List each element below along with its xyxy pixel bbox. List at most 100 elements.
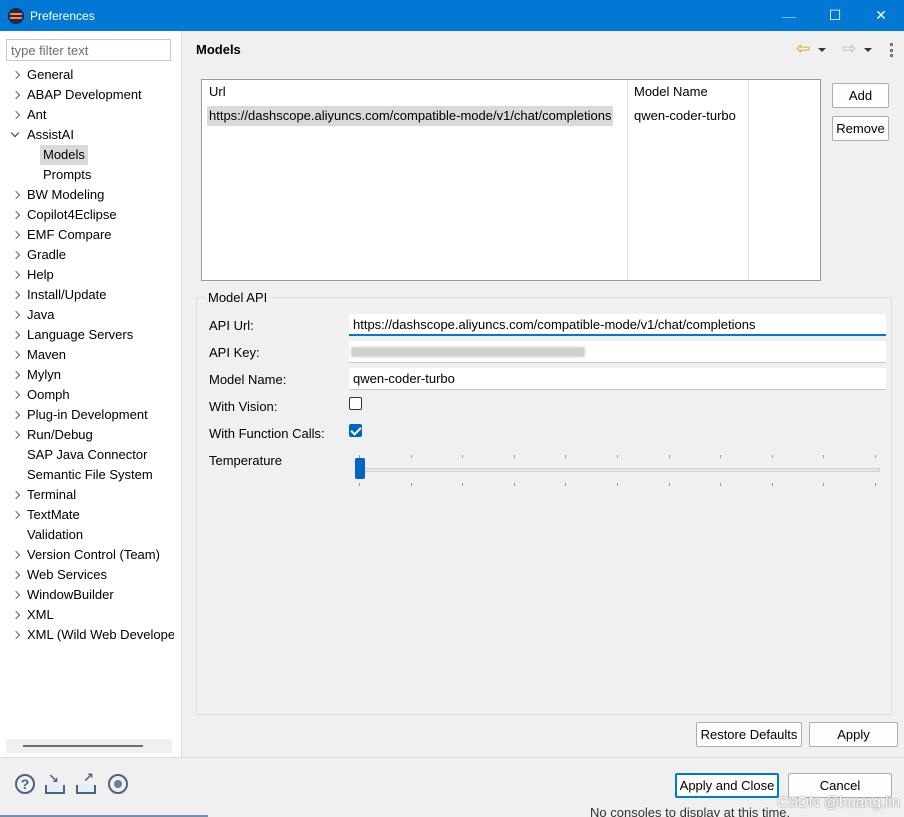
temperature-slider[interactable] bbox=[355, 455, 880, 489]
minimize-button[interactable]: — bbox=[766, 0, 812, 31]
filter-input[interactable] bbox=[6, 39, 171, 61]
with-vision-checkbox[interactable] bbox=[349, 397, 362, 410]
chevron-right-icon[interactable] bbox=[11, 85, 21, 105]
model-name-field[interactable] bbox=[349, 368, 886, 390]
horizontal-scrollbar[interactable] bbox=[6, 739, 172, 753]
tree-item[interactable]: BW Modeling bbox=[0, 185, 174, 205]
chevron-right-icon[interactable] bbox=[11, 225, 21, 245]
tree-item[interactable]: Oomph bbox=[0, 385, 174, 405]
chevron-right-icon[interactable] bbox=[11, 625, 21, 645]
tree-item[interactable]: Copilot4Eclipse bbox=[0, 205, 174, 225]
chevron-right-icon[interactable] bbox=[11, 425, 21, 445]
slider-tick bbox=[617, 483, 618, 486]
models-table[interactable]: Url Model Name https://dashscope.aliyunc… bbox=[201, 79, 821, 281]
tree-item[interactable]: Models bbox=[0, 145, 174, 165]
chevron-right-icon[interactable] bbox=[11, 605, 21, 625]
maximize-button[interactable]: ☐ bbox=[812, 0, 858, 31]
model-name-column-header[interactable]: Model Name bbox=[634, 80, 708, 104]
url-column-header[interactable]: Url bbox=[209, 80, 226, 104]
back-arrow-icon[interactable] bbox=[796, 39, 812, 59]
chevron-right-icon[interactable] bbox=[11, 285, 21, 305]
api-url-label: API Url: bbox=[209, 318, 254, 333]
tree-item[interactable]: Maven bbox=[0, 345, 174, 365]
chevron-right-icon[interactable] bbox=[11, 405, 21, 425]
page-navigation bbox=[796, 39, 894, 59]
apply-and-close-button[interactable]: Apply and Close bbox=[675, 773, 779, 798]
add-button[interactable]: Add bbox=[832, 83, 889, 108]
chevron-right-icon[interactable] bbox=[11, 305, 21, 325]
tree-item[interactable]: Ant bbox=[0, 105, 174, 125]
chevron-right-icon[interactable] bbox=[11, 185, 21, 205]
tree-item-label: Validation bbox=[27, 527, 84, 542]
chevron-down-icon[interactable] bbox=[11, 125, 21, 145]
chevron-right-icon[interactable] bbox=[11, 205, 21, 225]
tree-item[interactable]: ABAP Development bbox=[0, 85, 174, 105]
chevron-right-icon[interactable] bbox=[11, 385, 21, 405]
tree-item[interactable]: Prompts bbox=[0, 165, 174, 185]
chevron-right-icon[interactable] bbox=[11, 585, 21, 605]
chevron-right-icon[interactable] bbox=[11, 105, 21, 125]
chevron-right-icon[interactable] bbox=[11, 265, 21, 285]
tree-item[interactable]: AssistAI bbox=[0, 125, 174, 145]
api-url-field[interactable] bbox=[349, 314, 886, 336]
tree-item[interactable]: Version Control (Team) bbox=[0, 545, 174, 565]
slider-tick bbox=[565, 455, 567, 458]
table-row-model-cell[interactable]: qwen-coder-turbo bbox=[634, 106, 736, 126]
dialog-button-bar: ? ↘ ↗ No consoles to display at this tim… bbox=[0, 757, 904, 817]
help-icon[interactable]: ? bbox=[15, 774, 35, 794]
tree-item[interactable]: Install/Update bbox=[0, 285, 174, 305]
tree-item[interactable]: Plug-in Development bbox=[0, 405, 174, 425]
tree-item[interactable]: Validation bbox=[0, 525, 174, 545]
tree-item[interactable]: TextMate bbox=[0, 505, 174, 525]
tree-item-label: Gradle bbox=[27, 247, 67, 262]
tree-item[interactable]: Java bbox=[0, 305, 174, 325]
tree-item-label: Maven bbox=[27, 347, 67, 362]
tree-item[interactable]: Terminal bbox=[0, 485, 174, 505]
forward-history-dropdown-icon[interactable] bbox=[864, 48, 872, 52]
record-icon[interactable] bbox=[108, 774, 128, 794]
chevron-right-icon[interactable] bbox=[11, 365, 21, 385]
tree-item[interactable]: Mylyn bbox=[0, 365, 174, 385]
redacted-api-key bbox=[351, 347, 585, 357]
close-button[interactable]: ✕ bbox=[858, 0, 904, 31]
apply-button[interactable]: Apply bbox=[809, 722, 898, 747]
view-menu-icon[interactable] bbox=[888, 43, 894, 57]
tree-item[interactable]: EMF Compare bbox=[0, 225, 174, 245]
table-row-url-cell[interactable]: https://dashscope.aliyuncs.com/compatibl… bbox=[207, 106, 614, 126]
chevron-right-icon[interactable] bbox=[11, 545, 21, 565]
export-icon[interactable]: ↗ bbox=[76, 770, 96, 794]
tree-item[interactable]: XML bbox=[0, 605, 174, 625]
chevron-right-icon[interactable] bbox=[11, 325, 21, 345]
tree-item[interactable]: Gradle bbox=[0, 245, 174, 265]
tree-item-label: Oomph bbox=[27, 387, 70, 402]
chevron-right-icon[interactable] bbox=[11, 565, 21, 585]
scrollbar-thumb[interactable] bbox=[23, 745, 143, 747]
tree-item[interactable]: Help bbox=[0, 265, 174, 285]
chevron-right-icon[interactable] bbox=[11, 485, 21, 505]
back-history-dropdown-icon[interactable] bbox=[818, 48, 826, 52]
tree-item-label: XML bbox=[27, 607, 54, 622]
tree-item[interactable]: XML (Wild Web Develope bbox=[0, 625, 174, 645]
temperature-slider-track[interactable] bbox=[355, 468, 880, 472]
tree-item[interactable]: WindowBuilder bbox=[0, 585, 174, 605]
with-function-calls-checkbox[interactable] bbox=[349, 424, 362, 437]
remove-button[interactable]: Remove bbox=[832, 116, 889, 141]
restore-defaults-button[interactable]: Restore Defaults bbox=[696, 722, 802, 747]
chevron-right-icon[interactable] bbox=[11, 505, 21, 525]
tree-item[interactable]: Language Servers bbox=[0, 325, 174, 345]
tree-item[interactable]: Run/Debug bbox=[0, 425, 174, 445]
tree-item[interactable]: General bbox=[0, 65, 174, 85]
temperature-slider-thumb[interactable] bbox=[355, 458, 365, 479]
import-icon[interactable]: ↘ bbox=[45, 771, 65, 794]
tree-item[interactable]: SAP Java Connector bbox=[0, 445, 174, 465]
chevron-right-icon[interactable] bbox=[11, 245, 21, 265]
chevron-right-icon[interactable] bbox=[11, 65, 21, 85]
forward-arrow-icon[interactable] bbox=[842, 39, 858, 59]
slider-tick bbox=[771, 483, 773, 486]
chevron-right-icon[interactable] bbox=[11, 345, 21, 365]
tree-item[interactable]: Web Services bbox=[0, 565, 174, 585]
tree-item[interactable]: Semantic File System bbox=[0, 465, 174, 485]
slider-tick bbox=[410, 455, 412, 458]
tree-item-label: EMF Compare bbox=[27, 227, 112, 242]
api-key-field[interactable] bbox=[349, 341, 886, 363]
